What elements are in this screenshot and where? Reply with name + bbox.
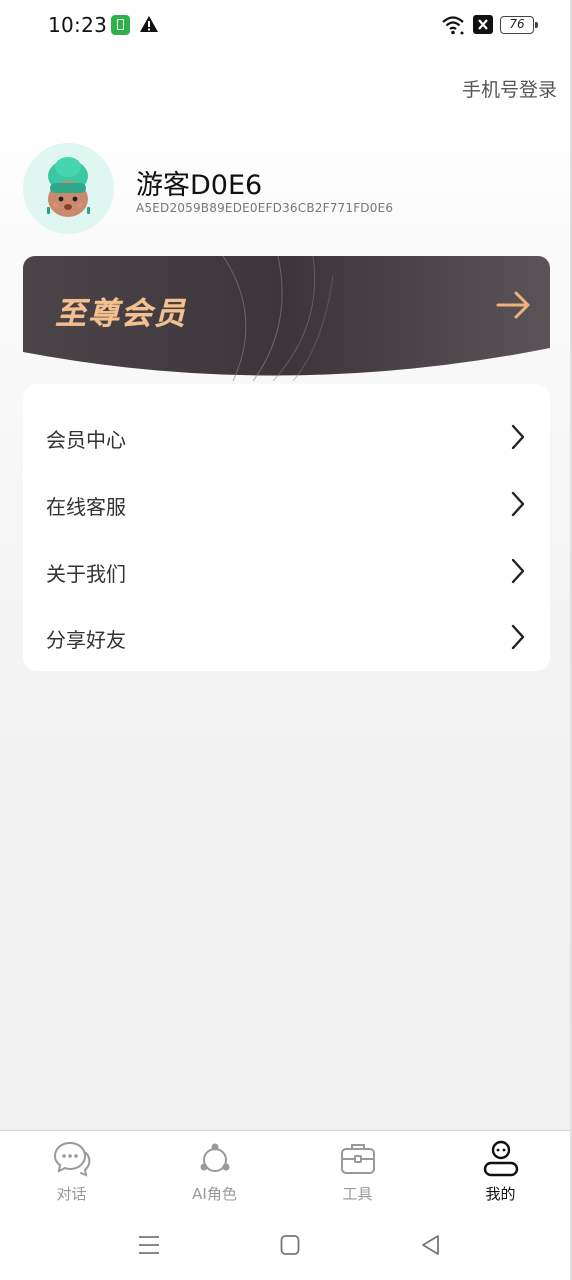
menu-item-share-friends[interactable]: 分享好友 bbox=[23, 604, 550, 670]
profile-screen: 10:23 76 手机号登录 游客D0E6 A5ED2059B89EDE0EFD… bbox=[0, 0, 572, 1280]
ai-role-icon bbox=[200, 1143, 230, 1172]
status-time: 10:23 bbox=[48, 13, 108, 37]
no-sim-icon bbox=[473, 15, 493, 34]
menu-card: 会员中心 在线客服 关于我们 分享好友 bbox=[23, 384, 550, 671]
tab-profile[interactable]: 我的 bbox=[429, 1131, 572, 1211]
tab-label: 我的 bbox=[485, 1185, 516, 1203]
menu-icon[interactable] bbox=[138, 1235, 160, 1255]
tab-label: 工具 bbox=[342, 1185, 373, 1203]
vip-title: 至尊会员 bbox=[55, 296, 187, 332]
chevron-right-icon bbox=[511, 558, 525, 584]
chevron-right-icon bbox=[511, 624, 525, 650]
tab-tools[interactable]: 工具 bbox=[286, 1131, 429, 1211]
tab-ai-role[interactable]: AI角色 bbox=[143, 1131, 286, 1211]
tab-label: AI角色 bbox=[192, 1185, 237, 1203]
home-icon[interactable] bbox=[280, 1234, 300, 1256]
app-notification-icon bbox=[111, 15, 130, 35]
menu-item-label: 会员中心 bbox=[46, 428, 126, 452]
avatar[interactable] bbox=[23, 143, 114, 234]
menu-item-label: 关于我们 bbox=[46, 562, 126, 586]
arrow-right-icon bbox=[496, 291, 530, 319]
username: 游客D0E6 bbox=[136, 170, 263, 201]
vip-banner[interactable]: 至尊会员 bbox=[23, 256, 550, 386]
tab-chat[interactable]: 对话 bbox=[0, 1131, 143, 1211]
back-icon[interactable] bbox=[420, 1234, 440, 1256]
profile-icon bbox=[483, 1140, 519, 1177]
menu-item-online-service[interactable]: 在线客服 bbox=[23, 471, 550, 537]
avatar-illustration bbox=[47, 157, 90, 217]
phone-login-link[interactable]: 手机号登录 bbox=[462, 75, 557, 102]
wifi-icon bbox=[442, 16, 464, 35]
chevron-right-icon bbox=[511, 424, 525, 450]
user-id: A5ED2059B89EDE0EFD36CB2F771FD0E6 bbox=[136, 201, 394, 215]
system-navigation-bar bbox=[0, 1210, 572, 1280]
tab-label: 对话 bbox=[56, 1185, 87, 1203]
toolbox-icon bbox=[341, 1144, 375, 1174]
status-bar: 10:23 76 bbox=[0, 0, 572, 52]
bottom-tab-bar: 对话 AI角色 工具 我的 bbox=[0, 1130, 572, 1210]
chat-bubble-icon bbox=[53, 1141, 91, 1177]
menu-item-about-us[interactable]: 关于我们 bbox=[23, 538, 550, 604]
chevron-right-icon bbox=[511, 491, 525, 517]
menu-item-label: 在线客服 bbox=[46, 495, 126, 519]
warning-icon bbox=[140, 16, 158, 32]
battery-indicator: 76 bbox=[500, 16, 538, 34]
menu-item-label: 分享好友 bbox=[46, 628, 126, 652]
menu-item-member-center[interactable]: 会员中心 bbox=[23, 404, 550, 470]
